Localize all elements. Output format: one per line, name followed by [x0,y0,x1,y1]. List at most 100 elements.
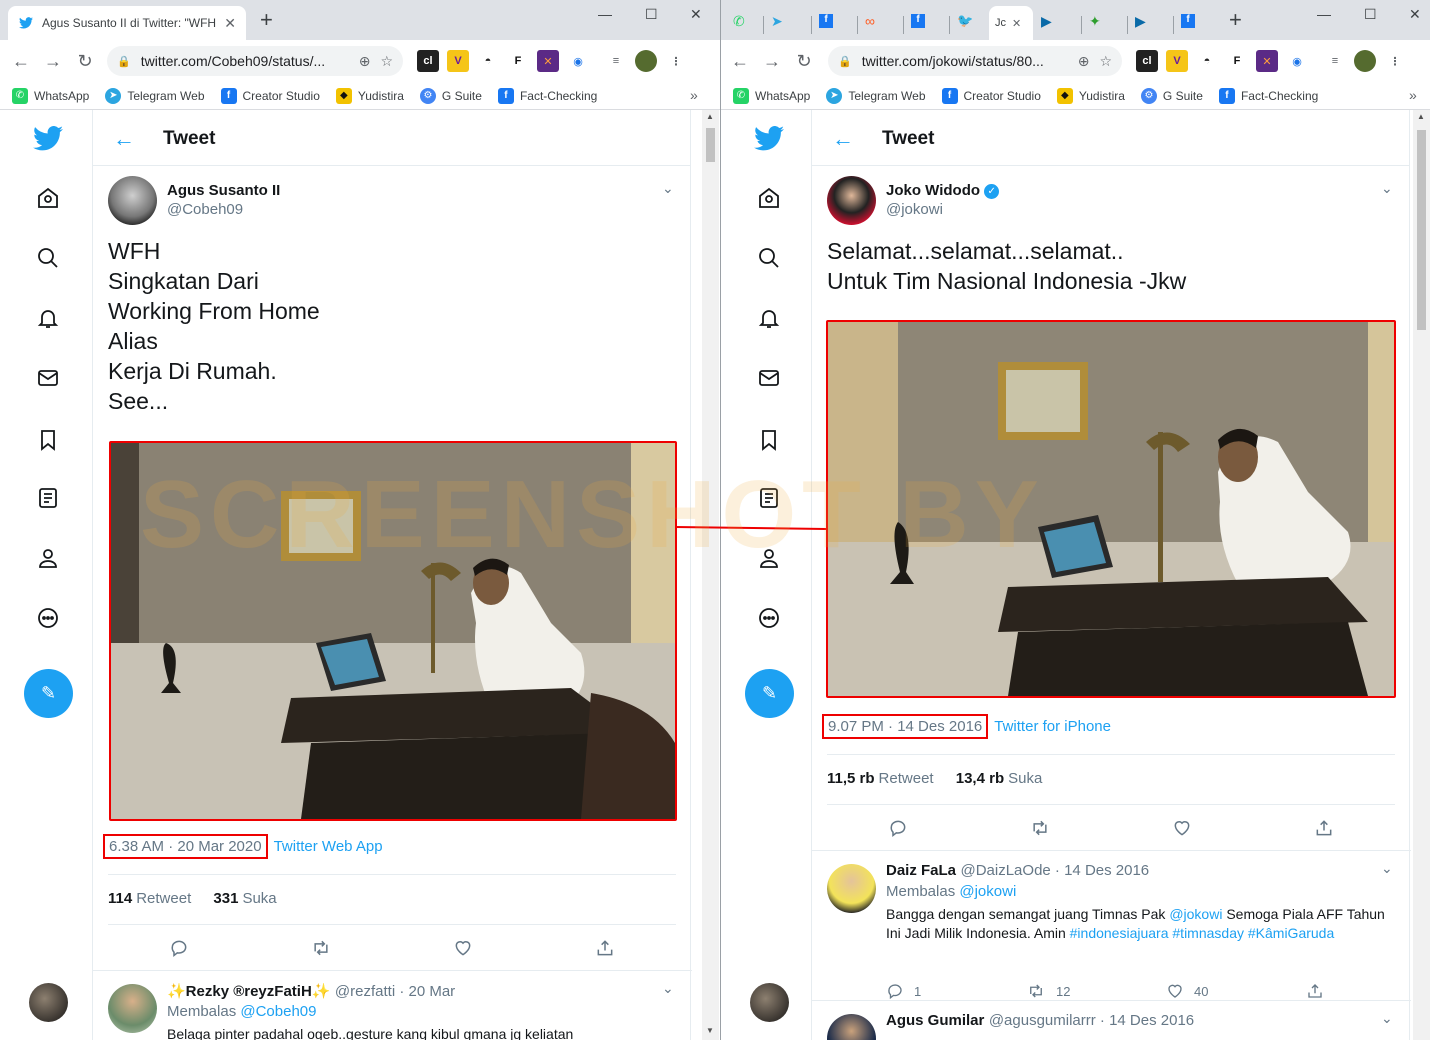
reply-author-name[interactable]: Daiz FaLa [886,862,956,879]
hashtag-link[interactable]: #indonesiajuara [1070,925,1169,941]
scroll-up-arrow-icon[interactable]: ▲ [1417,112,1425,121]
chevron-down-icon[interactable]: ⌄ [662,180,674,197]
hashtag-link[interactable]: #timnasday [1172,925,1244,941]
extension-mask-icon[interactable]: ◓ [477,50,499,72]
author-name[interactable]: Agus Susanto II [167,182,280,199]
scrollbar[interactable]: ▲ ▼ [702,110,719,1040]
tab-media[interactable]: ▶ [1135,12,1159,30]
reply-share-action[interactable] [1306,982,1336,1000]
extension-cl-icon[interactable]: cl [1136,50,1158,72]
reply-avatar[interactable] [108,984,157,1033]
close-window-button[interactable]: ✕ [1409,6,1421,23]
tab-whatsapp[interactable]: ✆ [733,12,757,30]
bookmark-whatsapp[interactable]: ✆ WhatsApp [12,87,89,104]
bookmark-yudistira[interactable]: ◆ Yudistira [1056,87,1125,104]
author-name-row[interactable]: Joko Widodo ✓ [886,182,1000,199]
bookmark-creator-studio[interactable]: f Creator Studio [220,87,320,104]
back-arrow-icon[interactable]: ← [832,126,854,152]
profile-avatar[interactable] [1354,50,1376,72]
tweet-photo[interactable] [109,441,677,821]
bookmark-star-icon[interactable]: ☆ [380,53,393,70]
extension-eye-icon[interactable]: ◉ [1286,50,1308,72]
extension-cl-icon[interactable]: cl [417,50,439,72]
reply-author-name[interactable]: ✨Rezky ®reyzFatiH✨ [167,983,330,1000]
chevron-down-icon[interactable]: ⌄ [1381,180,1393,197]
home-icon[interactable] [24,174,72,222]
bookmark-gsuite[interactable]: ⚙ G Suite [419,87,482,104]
close-window-button[interactable]: ✕ [690,6,702,23]
bookmark-whatsapp[interactable]: ✆ WhatsApp [733,87,810,104]
extension-v-icon[interactable]: V [1166,50,1188,72]
profile-icon[interactable] [24,534,72,582]
extension-mask-icon[interactable]: ◓ [1196,50,1218,72]
bookmark-gsuite[interactable]: ⚙ G Suite [1140,87,1203,104]
new-tab-button[interactable]: + [260,9,273,31]
menu-dots-icon[interactable]: ⋮ [665,50,687,72]
close-tab-icon[interactable]: ✕ [1012,17,1021,30]
minimize-button[interactable]: ― [598,6,612,22]
notifications-bell-icon[interactable] [745,294,793,342]
share-icon[interactable] [1312,816,1336,840]
extension-x-icon[interactable]: ✕ [537,50,559,72]
extension-eye-icon[interactable]: ◉ [567,50,589,72]
tweet-photo[interactable] [826,320,1396,698]
notifications-bell-icon[interactable] [24,294,72,342]
explore-search-icon[interactable] [24,234,72,282]
forward-icon[interactable]: → [37,45,69,77]
tab-telegram[interactable]: ➤ [771,12,795,30]
account-avatar[interactable] [29,983,68,1022]
back-icon[interactable]: ← [724,45,756,77]
scrollbar-thumb[interactable] [1417,130,1426,330]
chevron-down-icon[interactable]: ⌄ [662,980,674,997]
more-options-icon[interactable] [24,594,72,642]
compose-tweet-button[interactable]: ✎ [745,669,794,718]
bookmark-creator-studio[interactable]: f Creator Studio [941,87,1041,104]
tweet-source[interactable]: Twitter Web App [274,838,383,855]
compose-tweet-button[interactable]: ✎ [24,669,73,718]
maximize-button[interactable]: ☐ [1364,6,1377,23]
retweet-icon[interactable] [1028,816,1052,840]
author-avatar[interactable] [108,176,157,225]
bookmark-fact-checking[interactable]: f Fact-Checking [497,87,597,104]
replying-to-handle[interactable]: @Cobeh09 [240,1003,316,1020]
replying-to-handle[interactable]: @jokowi [959,883,1016,900]
tab-facebook[interactable]: f [1181,12,1205,30]
share-icon[interactable] [593,936,617,960]
tab-runner[interactable]: ✦ [1089,12,1113,30]
address-bar[interactable]: 🔒 twitter.com/Cobeh09/status/... ⊕ ☆ [107,46,403,76]
author-handle[interactable]: @Cobeh09 [167,201,243,218]
menu-dots-icon[interactable]: ⋮ [1384,50,1406,72]
lists-icon[interactable] [24,474,72,522]
bookmark-yudistira[interactable]: ◆ Yudistira [335,87,404,104]
hashtag-link[interactable]: #KâmiGaruda [1248,925,1334,941]
author-avatar[interactable] [827,176,876,225]
reload-icon[interactable]: ↻ [788,45,820,77]
reply-avatar[interactable] [827,864,876,913]
forward-icon[interactable]: → [756,45,788,77]
extension-x-icon[interactable]: ✕ [1256,50,1278,72]
reply-retweet-action[interactable]: 12 [1026,982,1166,1000]
retweets-stat[interactable]: 11,5 rb Retweet [827,770,934,787]
bookmark-telegram[interactable]: ➤ Telegram Web [105,87,205,104]
tab-media[interactable]: ▶ [1041,12,1065,30]
reply-reply-action[interactable]: 1 [886,982,1026,1000]
messages-mail-icon[interactable] [24,354,72,402]
more-bookmarks-icon[interactable]: » [1409,87,1417,103]
author-handle[interactable]: @jokowi [886,201,943,218]
messages-mail-icon[interactable] [745,354,793,402]
address-bar[interactable]: 🔒 twitter.com/jokowi/status/80... ⊕ ☆ [828,46,1122,76]
tab-facebook[interactable]: f [819,12,843,30]
new-tab-button[interactable]: + [1229,9,1242,31]
tab-twitter[interactable]: 🐦 [957,12,981,30]
profile-avatar[interactable] [635,50,657,72]
add-icon[interactable]: ⊕ [359,53,371,70]
lists-icon[interactable] [745,474,793,522]
like-heart-icon[interactable] [1170,816,1194,840]
tab-active[interactable]: Jc ✕ [989,6,1033,40]
bookmark-telegram[interactable]: ➤ Telegram Web [826,87,926,104]
explore-search-icon[interactable] [745,234,793,282]
bookmark-star-icon[interactable]: ☆ [1099,53,1112,70]
scroll-down-arrow-icon[interactable]: ▼ [706,1026,714,1035]
add-icon[interactable]: ⊕ [1078,53,1090,70]
scrollbar-thumb[interactable] [706,128,715,162]
